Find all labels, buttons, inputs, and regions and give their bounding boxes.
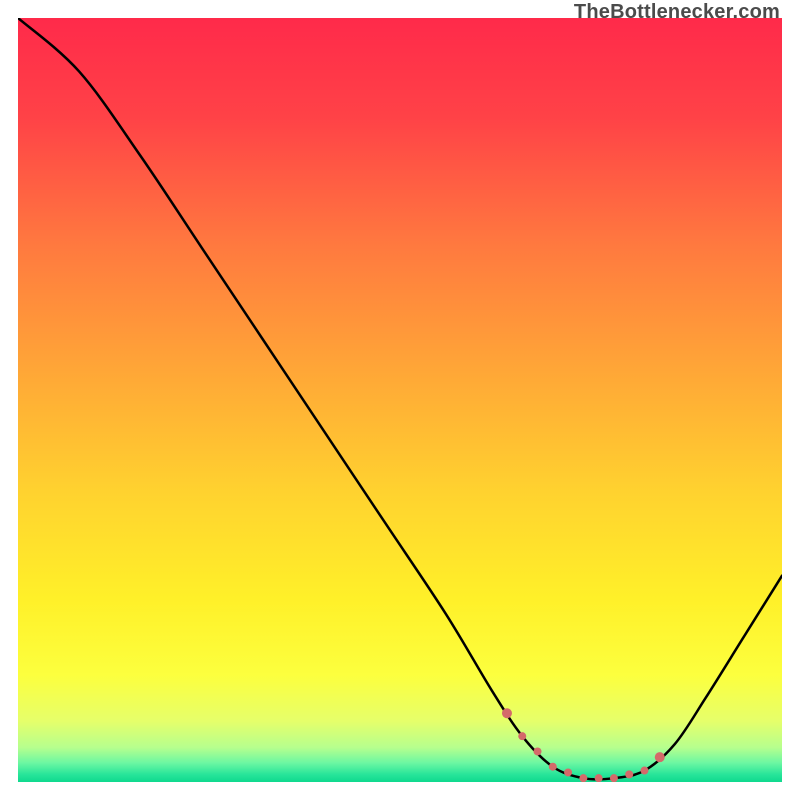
gradient-background	[18, 18, 782, 782]
chart-area	[18, 18, 782, 782]
